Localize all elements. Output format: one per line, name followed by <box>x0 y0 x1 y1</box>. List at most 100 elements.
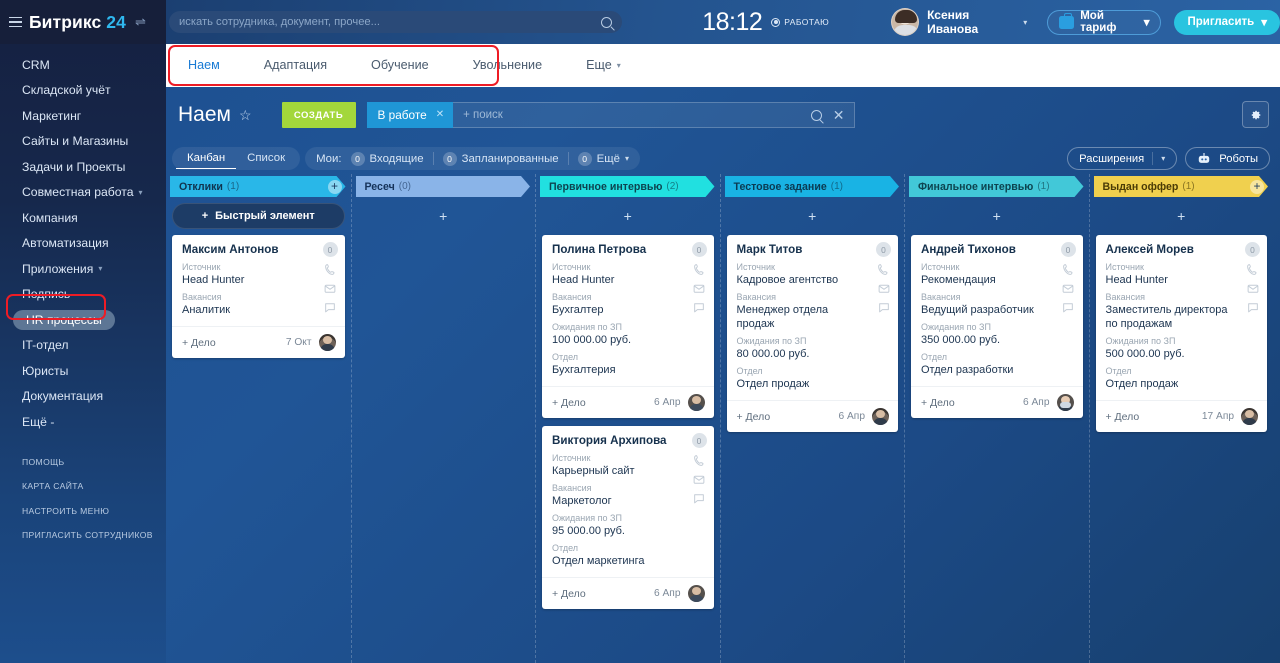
mail-icon[interactable] <box>1061 282 1075 295</box>
my-tariff-button[interactable]: Мой тариф ▾ <box>1047 9 1162 35</box>
extensions-button[interactable]: Расширения ▾ <box>1067 147 1178 170</box>
column-header[interactable]: Первичное интервью (2) <box>540 176 715 197</box>
chat-icon[interactable] <box>692 301 706 314</box>
sidebar-item-2[interactable]: Маркетинг <box>0 103 166 129</box>
column-header[interactable]: Ресеч (0) <box>356 176 531 197</box>
column-add-card-button[interactable]: + <box>729 203 897 229</box>
card-field-value: Head Hunter <box>552 274 615 286</box>
sidebar-footer-link-1[interactable]: КАРТА САЙТА <box>22 481 166 491</box>
search-icon[interactable] <box>810 109 822 121</box>
work-status[interactable]: РАБОТАЮ <box>771 17 829 27</box>
kanban-card[interactable]: Андрей Тихонов Источник Рекомендация Ваканс… <box>911 235 1083 418</box>
column-add-card-button[interactable]: + <box>913 203 1081 229</box>
card-field-value: 95 000.00 руб. <box>552 525 625 537</box>
sidebar-item-5[interactable]: Совместная работа ▾ <box>0 180 166 206</box>
invite-button[interactable]: Пригласить ▾ <box>1174 9 1280 35</box>
robots-button[interactable]: Роботы <box>1185 147 1270 170</box>
tune-icon[interactable]: ⇌ <box>135 14 146 30</box>
sidebar-item-6[interactable]: Компания <box>0 205 166 231</box>
phone-icon[interactable] <box>877 263 890 276</box>
tab-2[interactable]: Обучение <box>349 44 451 87</box>
quick-element-button[interactable]: + Быстрый элемент <box>172 203 345 229</box>
filter-bar[interactable]: В работе ✕ + поиск ✕ <box>366 101 855 128</box>
sidebar-item-9[interactable]: Подпись <box>0 282 166 308</box>
kanban-card[interactable]: Алексей Морев Источник Head Hunter Вакансия… <box>1095 235 1267 432</box>
tab-1[interactable]: Адаптация <box>242 44 349 87</box>
global-search[interactable] <box>169 11 623 33</box>
tab-list[interactable]: Список <box>236 147 296 170</box>
kanban-card[interactable]: Марк Титов Источник Кадровое агентство Вака… <box>726 235 898 432</box>
chat-icon[interactable] <box>877 301 891 314</box>
kanban-card[interactable]: Полина Петрова Источник Head Hunter Ваканси… <box>542 235 714 418</box>
column-header[interactable]: Финальное интервью (1) <box>909 176 1084 197</box>
settings-button[interactable] <box>1242 101 1269 128</box>
sidebar-item-0[interactable]: CRM <box>0 52 166 78</box>
counter-0[interactable]: 0 Входящие <box>350 151 424 166</box>
add-activity-link[interactable]: + Дело <box>921 397 955 409</box>
counter-1[interactable]: 0 Запланированные <box>442 151 559 166</box>
sidebar-item-11[interactable]: IT-отдел <box>0 333 166 359</box>
add-activity-link[interactable]: + Дело <box>552 588 586 600</box>
search-input[interactable] <box>179 16 602 28</box>
mail-icon[interactable] <box>877 282 891 295</box>
phone-icon[interactable] <box>693 263 706 276</box>
column-header[interactable]: Отклики (1) + <box>170 176 346 197</box>
add-activity-link[interactable]: + Дело <box>737 411 771 423</box>
create-button[interactable]: СОЗДАТЬ <box>281 102 356 128</box>
filter-chip[interactable]: В работе ✕ <box>366 101 454 128</box>
chat-icon[interactable] <box>1246 301 1260 314</box>
close-icon[interactable]: ✕ <box>436 109 444 120</box>
column-header[interactable]: Выдан оффер (1) + <box>1094 176 1269 197</box>
tab-0[interactable]: Наем <box>166 44 242 87</box>
sidebar-item-3[interactable]: Сайты и Магазины <box>0 129 166 155</box>
column-add-icon[interactable]: + <box>328 180 342 194</box>
chat-icon[interactable] <box>692 492 706 505</box>
counter-2[interactable]: 0 Ещё ▾ <box>577 151 629 166</box>
tab-3[interactable]: Увольнение <box>451 44 564 87</box>
phone-icon[interactable] <box>1062 263 1075 276</box>
menu-burger-icon[interactable] <box>9 16 22 28</box>
sidebar-item-12[interactable]: Юристы <box>0 358 166 384</box>
mail-icon[interactable] <box>692 473 706 486</box>
column-add-icon[interactable]: + <box>1250 180 1264 194</box>
filter-placeholder[interactable]: + поиск <box>463 109 503 121</box>
column-add-card-button[interactable]: + <box>360 203 528 229</box>
column-cards: Алексей Морев Источник Head Hunter Вакансия… <box>1090 229 1274 432</box>
sidebar-item-1[interactable]: Складской учёт <box>0 78 166 104</box>
card-date: 6 Апр <box>1023 397 1050 408</box>
sidebar-footer-link-3[interactable]: ПРИГЛАСИТЬ СОТРУДНИКОВ <box>22 530 166 540</box>
add-activity-link[interactable]: + Дело <box>182 337 216 349</box>
mail-icon[interactable] <box>692 282 706 295</box>
column-header[interactable]: Тестовое задание (1) <box>725 176 900 197</box>
close-icon[interactable]: ✕ <box>833 108 845 122</box>
sidebar-item-13[interactable]: Документация <box>0 384 166 410</box>
sidebar-item-14[interactable]: Ещё - <box>0 409 166 435</box>
sidebar-footer-link-0[interactable]: ПОМОЩЬ <box>22 457 166 467</box>
column-add-card-button[interactable]: + <box>1098 203 1266 229</box>
logo-row[interactable]: Битрикс 24 ⇌ <box>0 0 166 44</box>
mail-icon[interactable] <box>323 282 337 295</box>
phone-icon[interactable] <box>324 263 337 276</box>
sidebar-item-10[interactable]: HR процессы <box>0 307 166 333</box>
mail-icon[interactable] <box>1246 282 1260 295</box>
kanban-card[interactable]: Максим Антонов Источник Head Hunter Ваканси… <box>172 235 345 358</box>
kanban-card[interactable]: Виктория Архипова Источник Карьерный сайт В… <box>542 426 714 609</box>
card-footer: + Дело 6 Апр <box>542 386 714 418</box>
sidebar-item-4[interactable]: Задачи и Проекты <box>0 154 166 180</box>
sidebar-item-8[interactable]: Приложения ▾ <box>0 256 166 282</box>
phone-icon[interactable] <box>693 454 706 467</box>
phone-icon[interactable] <box>1246 263 1259 276</box>
favorite-star-icon[interactable]: ☆ <box>239 107 252 124</box>
add-activity-link[interactable]: + Дело <box>552 397 586 409</box>
right-tools: Расширения ▾ Роботы <box>1067 147 1280 170</box>
chat-icon[interactable] <box>1061 301 1075 314</box>
chat-icon[interactable] <box>323 301 337 314</box>
tab-kanban[interactable]: Канбан <box>176 148 237 169</box>
sidebar-item-7[interactable]: Автоматизация <box>0 231 166 257</box>
add-activity-link[interactable]: + Дело <box>1106 411 1140 423</box>
sidebar-footer-link-2[interactable]: НАСТРОИТЬ МЕНЮ <box>22 506 166 516</box>
user-menu[interactable]: Ксения Иванова ▾ <box>891 8 1027 36</box>
column-add-card-button[interactable]: + <box>544 203 712 229</box>
search-icon[interactable] <box>601 16 613 28</box>
tab-more[interactable]: Еще ▾ <box>564 44 643 87</box>
